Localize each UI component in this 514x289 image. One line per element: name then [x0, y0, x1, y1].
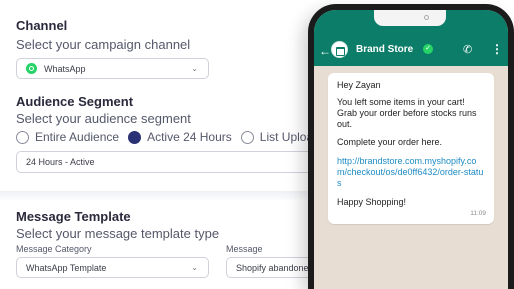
radio-label: Entire Audience	[35, 130, 120, 144]
category-select-value: WhatsApp Template	[26, 262, 107, 273]
phone-screen: ← Brand Store ✓ ✆ ⋮ Hey Zayan You left s…	[314, 10, 508, 289]
category-label: Message Category	[16, 244, 92, 254]
audience-subtitle: Select your audience segment	[16, 111, 191, 126]
more-options-icon[interactable]: ⋮	[491, 42, 503, 56]
audience-title: Audience Segment	[16, 94, 134, 109]
section-divider	[0, 191, 330, 201]
message-bubble: Hey Zayan You left some items in your ca…	[328, 73, 494, 224]
message-body: You left some items in your cart! Grab y…	[337, 97, 477, 129]
verified-icon: ✓	[423, 44, 433, 54]
message-time: 11:09	[470, 210, 486, 217]
message-label: Message	[226, 244, 263, 254]
channel-select-value: WhatsApp	[44, 63, 86, 74]
whatsapp-icon	[26, 63, 37, 74]
radio-circle	[240, 130, 254, 144]
checkout-link[interactable]: http://brandstore.com.myshopify.com/chec…	[337, 156, 485, 189]
chevron-down-icon: ⌄	[191, 63, 198, 73]
radio-entire-audience[interactable]: Entire Audience	[16, 130, 119, 144]
channel-title: Channel	[16, 18, 68, 33]
channel-subtitle: Select your campaign channel	[16, 37, 191, 52]
audience-field-value: 24 Hours - Active	[26, 157, 95, 167]
chevron-down-icon: ⌄	[191, 262, 198, 272]
audience-radio-group: Entire Audience Active 24 Hours List Upl…	[16, 130, 320, 144]
contact-name: Brand Store	[356, 44, 414, 55]
radio-circle-selected	[128, 130, 142, 144]
template-subtitle: Select your message template type	[16, 226, 220, 241]
chat-header: ← Brand Store ✓ ✆ ⋮	[314, 10, 508, 66]
radio-circle	[16, 130, 29, 144]
phone-mockup: ← Brand Store ✓ ✆ ⋮ Hey Zayan You left s…	[308, 4, 514, 289]
category-select[interactable]: WhatsApp Template ⌄	[16, 257, 209, 278]
avatar	[331, 41, 348, 58]
add-call-icon[interactable]: ✆	[463, 43, 472, 56]
template-title: Message Template	[16, 209, 131, 224]
message-greeting: Hey Zayan	[337, 80, 381, 90]
audience-field[interactable]: 24 Hours - Active	[16, 151, 330, 173]
radio-label: Active 24 Hours	[147, 130, 232, 144]
message-signoff: Happy Shopping!	[337, 197, 407, 207]
back-arrow-icon[interactable]: ←	[319, 44, 331, 58]
channel-select[interactable]: WhatsApp ⌄	[16, 58, 209, 79]
camera-icon	[424, 15, 429, 20]
phone-notch	[374, 10, 446, 26]
message-cta: Complete your order here.	[337, 137, 443, 147]
radio-active-24-hours[interactable]: Active 24 Hours	[128, 130, 232, 144]
